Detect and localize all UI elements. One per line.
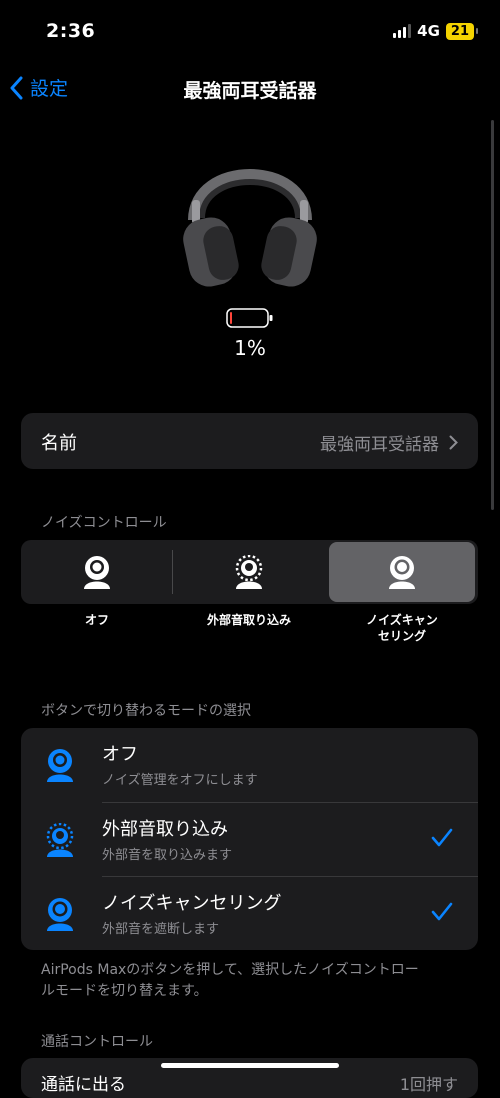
- transparency-icon: [235, 555, 263, 589]
- battery-icon: 21: [445, 22, 479, 40]
- back-label: 設定: [30, 78, 69, 100]
- home-indicator[interactable]: [161, 1063, 339, 1068]
- noise-option-cancellation-label: ノイズキャン セリング: [366, 613, 438, 643]
- page-title: 最強両耳受話器: [183, 80, 317, 102]
- noise-option-off[interactable]: [21, 540, 173, 604]
- network-type: 4G: [417, 22, 440, 40]
- chevron-right-icon: [449, 435, 458, 450]
- device-battery-icon: [226, 308, 274, 332]
- checkmark-icon: [431, 828, 453, 847]
- status-time: 2:36: [46, 20, 96, 42]
- mode-row-noise-cancellation[interactable]: ノイズキャンセリング 外部音を遮断します: [21, 877, 478, 951]
- back-button[interactable]: 設定: [10, 74, 68, 101]
- button-modes-list: オフ ノイズ管理をオフにします 外部音取り込み 外部音を取り込みます ノイズキャ…: [21, 728, 478, 950]
- mode-title: ノイズキャンセリング: [102, 893, 282, 914]
- call-answer-value: 1回押す: [399, 1075, 458, 1094]
- name-value-group: 最強両耳受話器: [320, 430, 458, 455]
- battery-percentage: 1%: [234, 336, 266, 360]
- scrollbar[interactable]: [491, 120, 494, 510]
- mode-subtitle: ノイズ管理をオフにします: [102, 773, 258, 788]
- mode-title: オフ: [102, 744, 138, 765]
- noise-control-segmented: [21, 540, 478, 604]
- person-icon: [47, 749, 73, 782]
- call-answer-label: 通話に出る: [41, 1075, 126, 1095]
- noise-control-header: ノイズコントロール: [41, 515, 167, 531]
- noise-option-off-label: オフ: [84, 613, 109, 627]
- chevron-left-icon: [10, 76, 23, 99]
- mode-row-transparency[interactable]: 外部音取り込み 外部音を取り込みます: [21, 803, 478, 877]
- mode-subtitle: 外部音を取り込みます: [102, 848, 233, 863]
- person-icon: [84, 556, 110, 589]
- mode-title: 外部音取り込み: [102, 819, 228, 840]
- name-value: 最強両耳受話器: [320, 435, 439, 455]
- call-control-header: 通話コントロール: [41, 1034, 153, 1050]
- noise-cancel-icon: [389, 556, 415, 589]
- mode-row-off[interactable]: オフ ノイズ管理をオフにします: [21, 728, 478, 802]
- name-row[interactable]: 名前 最強両耳受話器: [21, 413, 478, 469]
- noise-option-transparency-label: 外部音取り込み: [206, 613, 291, 627]
- button-modes-footer: AirPods Maxのボタンを押して、選択したノイズコントロールモードを切り替…: [41, 962, 419, 999]
- mode-subtitle: 外部音を遮断します: [102, 922, 220, 937]
- noise-option-cancellation[interactable]: [329, 542, 475, 602]
- noise-cancel-icon: [47, 898, 73, 931]
- transparency-icon: [46, 823, 74, 857]
- noise-option-transparency[interactable]: [173, 540, 325, 604]
- checkmark-icon: [431, 902, 453, 921]
- button-modes-header: ボタンで切り替わるモードの選択: [41, 703, 251, 719]
- status-indicators: 4G 21: [393, 22, 479, 40]
- name-label: 名前: [41, 433, 77, 454]
- headphones-image: [180, 140, 320, 300]
- cellular-signal-icon: [393, 24, 412, 38]
